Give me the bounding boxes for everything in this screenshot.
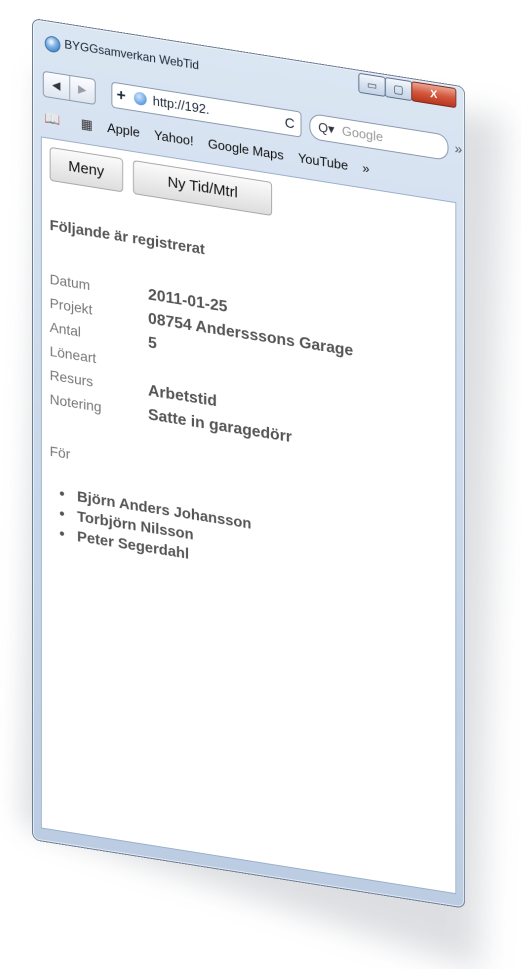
safari-compass-icon <box>44 35 61 54</box>
new-time-material-button[interactable]: Ny Tid/Mtrl <box>133 160 273 217</box>
page-heading: Följande är registrerat <box>49 216 205 259</box>
url-text: http://192. <box>152 93 210 118</box>
search-icon: Q▾ <box>318 119 335 137</box>
top-sites-grid-icon[interactable]: ▦ <box>81 111 93 139</box>
bookmarks-book-icon[interactable]: 📖 <box>45 105 61 134</box>
field-value: 5 <box>148 334 157 353</box>
globe-icon <box>133 91 147 107</box>
for-label: För <box>49 442 71 463</box>
add-bookmark-icon[interactable]: + <box>112 83 130 110</box>
window-title: BYGGsamverkan WebTid <box>64 37 199 73</box>
nav-buttons: ◀ ▶ <box>42 70 96 106</box>
reload-icon[interactable]: C <box>285 110 295 136</box>
menu-button[interactable]: Meny <box>49 146 123 193</box>
bookmark-apple[interactable]: Apple <box>107 115 140 146</box>
toolbar-overflow-icon[interactable]: » <box>455 140 463 157</box>
bookmark-youtube[interactable]: YouTube <box>298 145 348 179</box>
forward-button[interactable]: ▶ <box>68 75 95 104</box>
page-content: Meny Ny Tid/Mtrl Följande är registrerat… <box>40 136 457 895</box>
search-placeholder: Google <box>341 123 384 145</box>
maximize-button[interactable]: ▢ <box>384 76 413 102</box>
people-list: Björn Anders Johansson Torbjörn Nilsson … <box>59 484 251 574</box>
back-button[interactable]: ◀ <box>44 72 69 100</box>
minimize-button[interactable]: ▭ <box>358 72 386 98</box>
registration-details: Datum 2011-01-25 Projekt 08754 Anderssso… <box>50 267 354 459</box>
browser-window: BYGGsamverkan WebTid ▭ ▢ X ◀ ▶ + http://… <box>32 18 466 909</box>
close-button[interactable]: X <box>411 81 457 109</box>
bookmarks-overflow-icon[interactable]: » <box>362 155 369 182</box>
bookmark-yahoo[interactable]: Yahoo! <box>154 122 193 154</box>
window-controls: ▭ ▢ X <box>358 72 457 109</box>
